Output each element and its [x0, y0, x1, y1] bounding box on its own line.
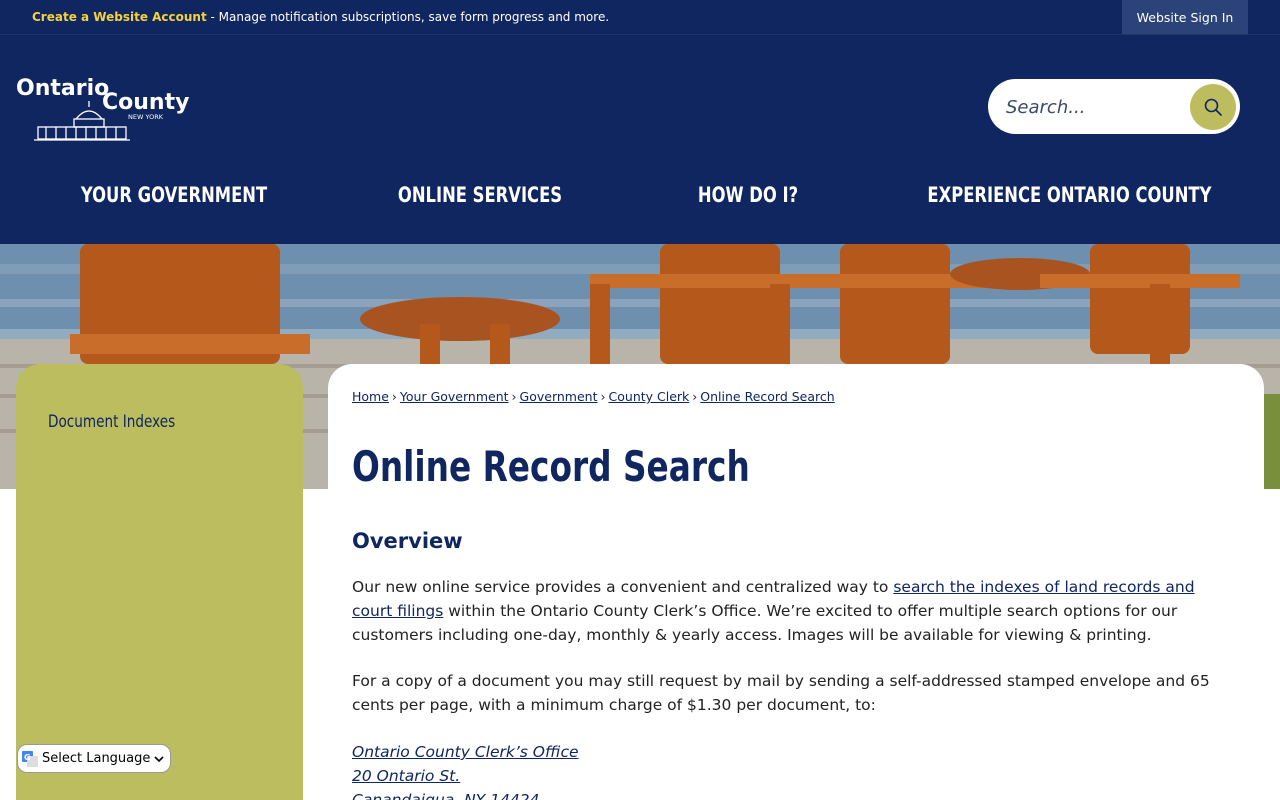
search-button[interactable] [1190, 84, 1236, 130]
search-box [988, 79, 1240, 134]
language-select[interactable]: G Select Language [17, 744, 171, 773]
logo-state: NEW YORK [128, 113, 164, 121]
main-nav: YOUR GOVERNMENT ONLINE SERVICES HOW DO I… [0, 183, 1280, 223]
breadcrumb-county-clerk[interactable]: County Clerk [609, 389, 690, 404]
breadcrumb-government[interactable]: Government [520, 389, 598, 404]
overview-text-after: within the Ontario County Clerk’s Office… [352, 602, 1178, 644]
nav-item-how-do-i[interactable]: HOW DO I? [689, 183, 808, 223]
language-select-label: Select Language [42, 751, 151, 766]
svg-text:G: G [24, 753, 31, 762]
address-line-city[interactable]: Canandaigua, NY 14424 [352, 788, 579, 800]
account-promo: Create a Website Account - Manage notifi… [32, 10, 609, 24]
ontario-county-logo[interactable]: Ontario County NEW YORK [16, 71, 196, 143]
nav-item-your-government[interactable]: YOUR GOVERNMENT [79, 183, 269, 223]
breadcrumb-home[interactable]: Home [352, 389, 389, 404]
create-account-link[interactable]: Create a Website Account [32, 10, 207, 24]
website-sign-in-button[interactable]: Website Sign In [1122, 0, 1248, 34]
page-title: Online Record Search [352, 442, 750, 491]
breadcrumb: Home › Your Government › Government › County C… [352, 389, 835, 404]
breadcrumb-separator: › [391, 389, 397, 404]
address-line-office[interactable]: Ontario County Clerk’s Office [352, 740, 579, 764]
overview-paragraph: Our new online service provides a conven… [352, 575, 1232, 647]
site-header: Ontario County NEW YORK YOUR GOVERNMENT … [0, 35, 1280, 244]
chevron-down-icon [154, 756, 164, 763]
account-promo-text: - Manage notification subscriptions, sav… [206, 10, 610, 24]
clerk-address: Ontario County Clerk’s Office 20 Ontario… [352, 740, 579, 800]
breadcrumb-your-government[interactable]: Your Government [400, 389, 509, 404]
breadcrumb-separator: › [692, 389, 698, 404]
overview-text-before: Our new online service provides a conven… [352, 578, 894, 596]
address-line-street[interactable]: 20 Ontario St. [352, 764, 579, 788]
breadcrumb-separator: › [600, 389, 606, 404]
nav-item-online-services[interactable]: ONLINE SERVICES [393, 183, 568, 223]
main-content: Home › Your Government › Government › County C… [328, 364, 1264, 800]
breadcrumb-separator: › [511, 389, 517, 404]
search-input[interactable] [1006, 93, 1176, 121]
search-icon [1204, 98, 1222, 116]
mail-request-paragraph: For a copy of a document you may still r… [352, 672, 1210, 714]
sidebar-item-document-indexes[interactable]: Document Indexes [48, 412, 175, 432]
breadcrumb-online-record-search[interactable]: Online Record Search [700, 389, 834, 404]
logo-name-line2: County [102, 90, 189, 115]
logo-name-line1: Ontario [16, 76, 109, 101]
utility-bar: Create a Website Account - Manage notifi… [0, 0, 1280, 35]
nav-item-experience-ontario-county[interactable]: EXPERIENCE ONTARIO COUNTY [927, 183, 1211, 223]
google-translate-icon: G [22, 750, 38, 767]
sidebar: Document Indexes [16, 364, 303, 800]
overview-heading: Overview [352, 529, 463, 553]
